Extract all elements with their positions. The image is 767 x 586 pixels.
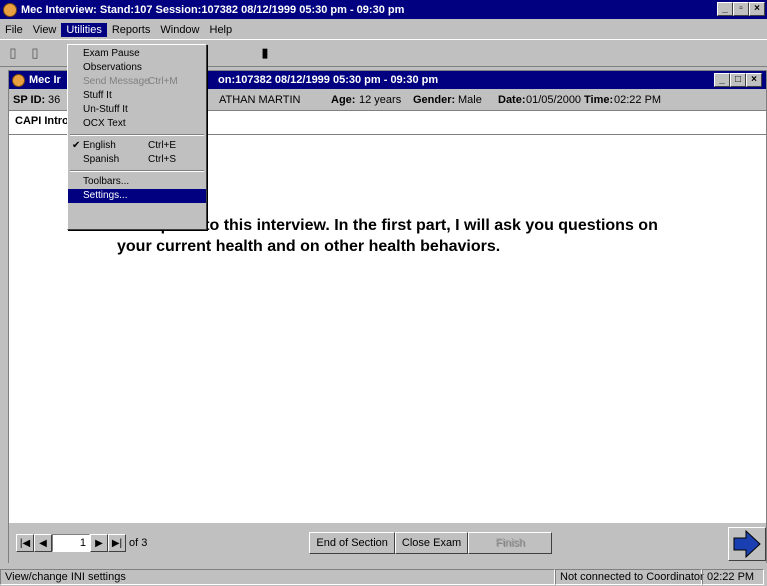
- child-minimize-button[interactable]: _: [714, 73, 730, 87]
- menu-item-ocx-text[interactable]: OCX Text: [68, 117, 206, 131]
- status-hint: View/change INI settings: [0, 568, 555, 585]
- menu-item-exam-pause[interactable]: Exam Pause: [68, 47, 206, 61]
- menu-item-label: Exam Pause: [83, 48, 140, 59]
- sp-name: ATHAN MARTIN: [219, 93, 301, 106]
- gender-value: Male: [458, 93, 482, 106]
- menu-item-shortcut: Ctrl+E: [148, 140, 177, 151]
- menu-item-label: Settings...: [83, 190, 128, 201]
- menu-help[interactable]: Help: [205, 23, 238, 37]
- date-label: Date:: [498, 93, 526, 106]
- close-exam-button[interactable]: Close Exam: [394, 532, 469, 554]
- menu-item-label: Un-Stuff It: [83, 104, 128, 115]
- menu-item-label: English: [83, 140, 116, 151]
- page-number-field[interactable]: 1: [52, 534, 90, 552]
- menu-item-un-stuff-it[interactable]: Un-Stuff It: [68, 103, 206, 117]
- menu-reports[interactable]: Reports: [107, 23, 156, 37]
- last-page-button[interactable]: ▶|: [108, 534, 126, 552]
- menu-item-label: Toolbars...: [83, 176, 130, 187]
- app-icon: [3, 2, 17, 17]
- menu-item-label: OCX Text: [83, 118, 126, 129]
- next-arrow-icon: [733, 530, 761, 558]
- first-page-button[interactable]: |◀: [16, 534, 34, 552]
- open-icon[interactable]: ▯: [26, 44, 44, 62]
- menu-item-label: Spanish: [83, 154, 120, 165]
- restore-button[interactable]: ▫: [733, 2, 749, 16]
- menu-separator: [70, 170, 204, 172]
- status-connection: Not connected to Coordinator: [555, 568, 704, 585]
- main-title-bar: Mec Interview: Stand:107 Session:107382 …: [0, 0, 767, 19]
- new-icon[interactable]: ▯: [4, 44, 22, 62]
- menu-item-observations[interactable]: Observations: [68, 61, 206, 75]
- gender-label: Gender:: [413, 93, 456, 106]
- prev-page-button[interactable]: ◀: [34, 534, 52, 552]
- time-value: 02:22 PM: [614, 93, 662, 106]
- menu-item-shortcut: Ctrl+M: [148, 76, 178, 87]
- menu-separator: [70, 134, 204, 136]
- interview-title-left: Mec Ir: [29, 74, 61, 86]
- next-page-button[interactable]: ▶: [90, 534, 108, 552]
- navigation-bar: |◀ ◀ 1 ▶ ▶| of 3 End of Section Close Ex…: [9, 523, 766, 563]
- end-of-section-button[interactable]: End of Section: [309, 532, 395, 554]
- interview-title-right: on:107382 08/12/1999 05:30 pm - 09:30 pm: [218, 74, 439, 86]
- menu-utilities[interactable]: Utilities: [61, 22, 107, 37]
- date-value: 01/05/2000: [526, 93, 582, 106]
- menu-item-send-message: Send Message Ctrl+M: [68, 75, 206, 89]
- page-count: of 3: [129, 537, 148, 549]
- menu-item-label: Observations: [83, 62, 142, 73]
- next-arrow-button[interactable]: [728, 527, 766, 561]
- child-close-button[interactable]: ×: [746, 73, 762, 87]
- status-time: 02:22 PM: [702, 568, 764, 585]
- menu-item-settings[interactable]: Settings...: [68, 189, 206, 203]
- menu-file[interactable]: File: [0, 23, 28, 37]
- status-bar: View/change INI settings Not connected t…: [0, 567, 767, 586]
- sp-id-label: SP ID:: [13, 93, 46, 106]
- menu-item-label: Send Message: [83, 76, 150, 87]
- time-label: Time:: [584, 93, 614, 106]
- menu-bar: File View Utilities Reports Window Help: [0, 21, 767, 38]
- exit-door-icon[interactable]: ▮: [256, 44, 274, 62]
- window-title: Mec Interview: Stand:107 Session:107382 …: [21, 3, 405, 16]
- close-button[interactable]: ×: [749, 2, 765, 16]
- age-value: 12 years: [359, 93, 402, 106]
- menu-item-shortcut: Ctrl+S: [148, 154, 177, 165]
- child-app-icon: [12, 73, 25, 87]
- finish-button[interactable]: Finish: [468, 532, 553, 554]
- utilities-dropdown: Exam Pause Observations Send Message Ctrl…: [67, 44, 207, 230]
- age-label: Age:: [331, 93, 356, 106]
- minimize-button[interactable]: _: [717, 2, 733, 16]
- check-icon: ✔: [72, 140, 81, 151]
- menu-item-toolbars[interactable]: Toolbars...: [68, 175, 206, 189]
- menu-window[interactable]: Window: [155, 23, 204, 37]
- menu-item-stuff-it[interactable]: Stuff It: [68, 89, 206, 103]
- menu-view[interactable]: View: [28, 23, 62, 37]
- menu-item-spanish[interactable]: Spanish Ctrl+S: [68, 153, 206, 167]
- menu-item-english[interactable]: ✔ English Ctrl+E: [68, 139, 206, 153]
- sp-id-value: 36: [48, 93, 61, 106]
- child-maximize-button[interactable]: □: [730, 73, 746, 87]
- menu-item-label: Stuff It: [83, 90, 112, 101]
